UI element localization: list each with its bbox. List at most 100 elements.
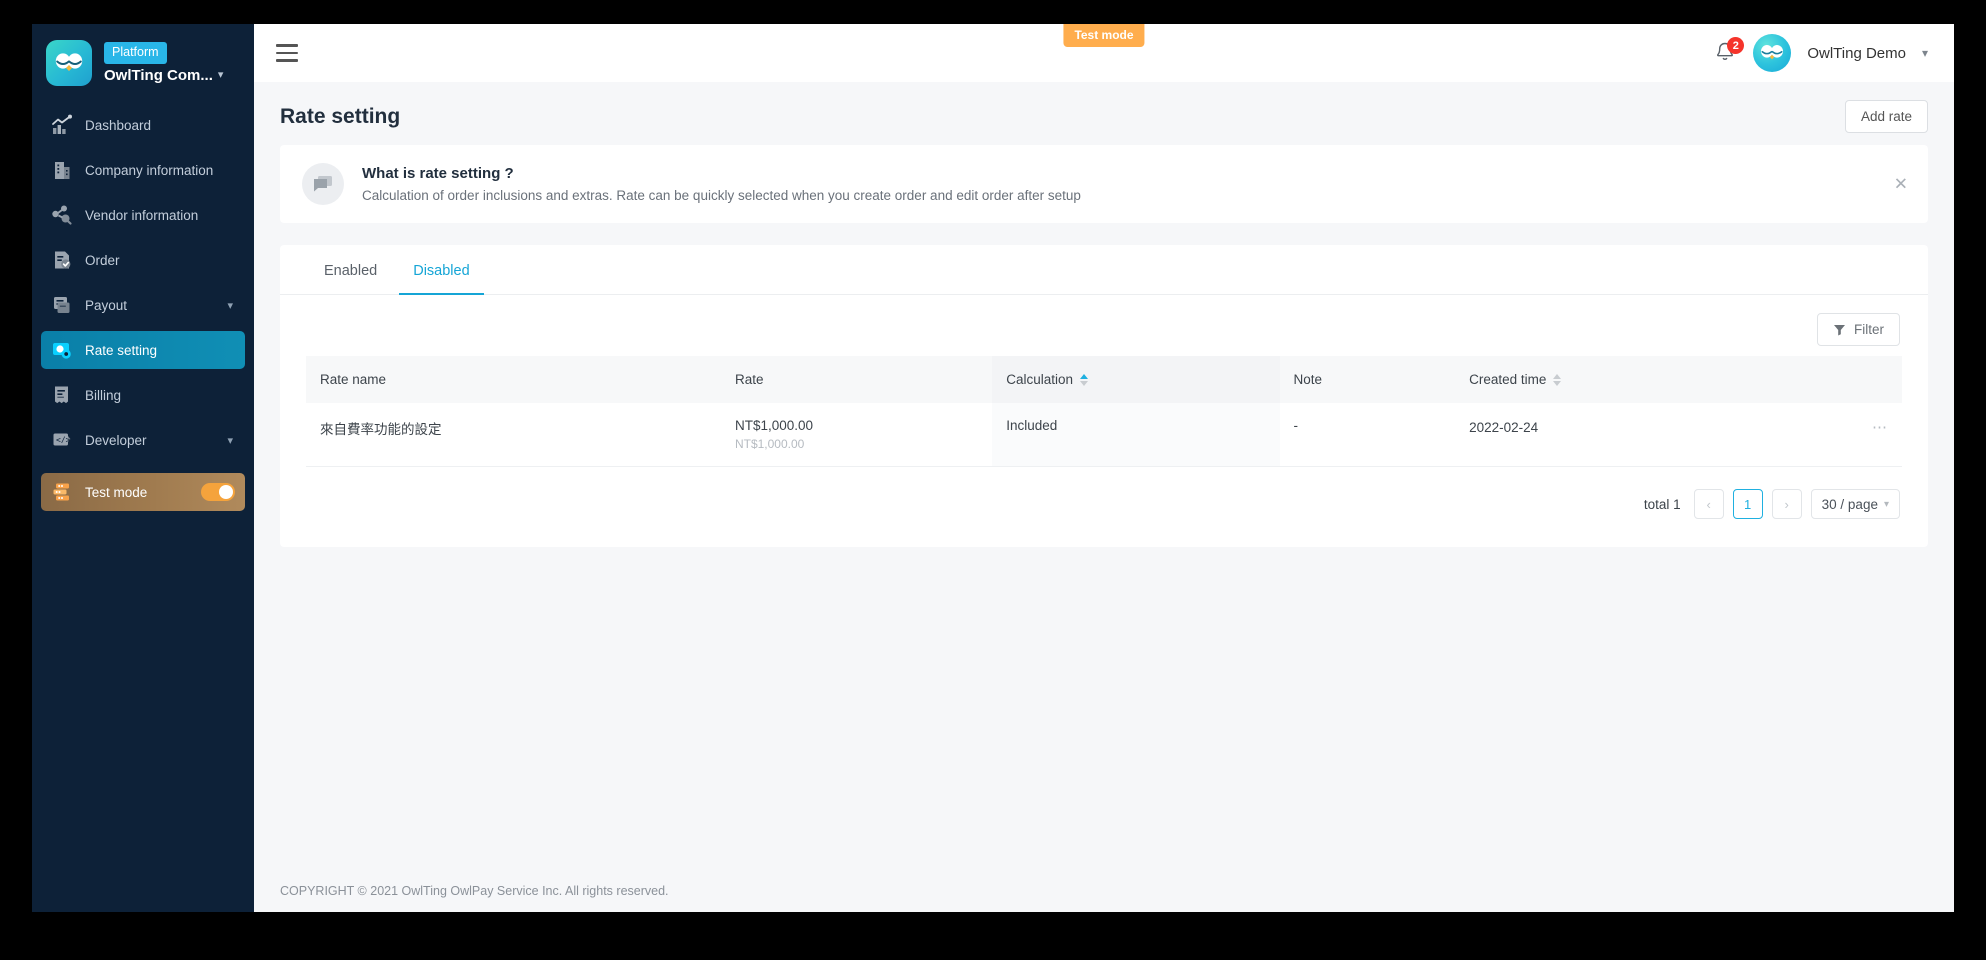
notifications-button[interactable]: 2 <box>1713 37 1745 66</box>
test-mode-switch[interactable] <box>201 483 235 501</box>
test-mode-toggle-row[interactable]: Test mode <box>41 473 245 511</box>
tab-enabled[interactable]: Enabled <box>310 245 391 295</box>
page-header: Rate setting Add rate <box>254 82 1954 145</box>
sidebar-item-label: Billing <box>85 387 122 403</box>
info-banner: What is rate setting ? Calculation of or… <box>280 145 1928 223</box>
page-size-select[interactable]: 30 / page ▾ <box>1810 489 1900 519</box>
filter-label: Filter <box>1854 322 1884 337</box>
column-label: Created time <box>1469 372 1547 387</box>
chevron-right-icon: › <box>1784 496 1789 512</box>
column-header-note[interactable]: Note <box>1279 356 1456 403</box>
pagination-total: total 1 <box>1643 496 1681 512</box>
sidebar-item-vendor-information[interactable]: Vendor information <box>41 196 245 234</box>
sidebar-item-company-information[interactable]: Company information <box>41 151 245 189</box>
table-head: Rate name Rate Calculation Note Created … <box>306 356 1902 403</box>
column-label: Rate name <box>320 372 387 387</box>
cell-calculation: Included <box>992 403 1280 467</box>
top-bar-right: 2 OwlTing Demo ▾ <box>1713 34 1928 72</box>
column-header-created-time[interactable]: Created time <box>1455 356 1902 403</box>
cell-rate: NT$1,000.00 NT$1,000.00 <box>720 403 993 467</box>
page-title: Rate setting <box>280 104 401 128</box>
sidebar-item-label: Rate setting <box>85 342 158 358</box>
copyright-text: COPYRIGHT © 2021 OwlTing OwlPay Service … <box>280 884 669 898</box>
sidebar-item-developer[interactable]: </> Developer ▾ <box>41 421 245 459</box>
sidebar-item-label: Company information <box>85 162 214 178</box>
rate-amount-secondary: NT$1,000.00 <box>734 437 805 451</box>
info-banner-description: Calculation of order inclusions and extr… <box>362 188 1081 203</box>
sort-toggle-calculation[interactable] <box>1080 373 1089 386</box>
speech-bubble-icon <box>302 163 344 205</box>
created-time-value: 2022-02-24 <box>1469 419 1539 435</box>
ellipsis-icon[interactable]: ⋯ <box>1872 418 1888 436</box>
server-stack-icon <box>51 481 73 503</box>
sidebar-item-label: Dashboard <box>85 117 152 133</box>
top-bar: Test mode 2 OwlTing Demo ▾ <box>254 24 1954 82</box>
owl-logo-icon <box>46 40 92 86</box>
payout-cards-icon <box>51 294 73 316</box>
sort-toggle-created-time[interactable] <box>1553 373 1562 386</box>
rate-gear-icon <box>51 339 73 361</box>
main-area: Test mode 2 OwlTing Demo ▾ Rate setting … <box>254 24 1954 912</box>
hamburger-menu-icon[interactable] <box>276 44 298 62</box>
brand-switcher[interactable]: Platform OwlTing Com... ▾ <box>32 24 254 96</box>
filter-button[interactable]: Filter <box>1817 313 1900 346</box>
sidebar-item-billing[interactable]: Billing <box>41 376 245 414</box>
pagination-next-button[interactable]: › <box>1771 489 1802 519</box>
chevron-down-icon: ▾ <box>217 68 224 81</box>
info-banner-title: What is rate setting ? <box>362 165 514 182</box>
pagination: total 1 ‹ 1 › 30 / page ▾ <box>280 467 1928 519</box>
notification-count-badge: 2 <box>1727 37 1745 54</box>
rate-amount-primary: NT$1,000.00 <box>734 418 814 433</box>
chevron-down-icon[interactable]: ▾ <box>1922 47 1928 59</box>
table-header-row: Rate name Rate Calculation Note Created … <box>306 356 1902 403</box>
sidebar-item-order[interactable]: Order <box>41 241 245 279</box>
rates-table: Rate name Rate Calculation Note Created … <box>306 356 1902 467</box>
sidebar-item-label: Payout <box>85 297 128 313</box>
chevron-down-icon: ▾ <box>227 434 233 447</box>
pagination-prev-button[interactable]: ‹ <box>1693 489 1724 519</box>
column-header-rate-name[interactable]: Rate name <box>306 356 721 403</box>
cell-created-time: 2022-02-24 ⋯ <box>1455 403 1902 467</box>
close-icon[interactable]: ✕ <box>1894 176 1908 193</box>
cell-note: - <box>1279 403 1456 467</box>
sidebar-item-label: Developer <box>85 432 147 448</box>
code-brackets-icon: </> <box>51 429 73 451</box>
footer: COPYRIGHT © 2021 OwlTing OwlPay Service … <box>254 884 1954 912</box>
table-toolbar: Filter <box>280 295 1928 356</box>
page-size-value: 30 / page <box>1821 496 1878 512</box>
chevron-left-icon: ‹ <box>1706 496 1711 512</box>
sidebar-item-payout[interactable]: Payout ▾ <box>41 286 245 324</box>
user-name: OwlTing Demo <box>1807 44 1906 62</box>
column-header-rate[interactable]: Rate <box>720 356 993 403</box>
pagination-page-1[interactable]: 1 <box>1732 489 1763 519</box>
sidebar-item-rate-setting[interactable]: Rate setting <box>41 331 245 369</box>
table-row[interactable]: 來自費率功能的設定 NT$1,000.00 NT$1,000.00 Includ… <box>306 403 1902 467</box>
column-label: Calculation <box>1006 372 1074 387</box>
sidebar: Platform OwlTing Com... ▾ Dashboard Comp… <box>32 24 254 912</box>
column-header-calculation[interactable]: Calculation <box>992 356 1280 403</box>
tab-disabled[interactable]: Disabled <box>399 245 484 295</box>
sidebar-nav: Dashboard Company information Vendor inf… <box>32 106 254 912</box>
test-mode-label: Test mode <box>85 484 148 500</box>
rate-list-card: Enabled Disabled Filter Rate name Rate C… <box>280 245 1928 547</box>
table-body: 來自費率功能的設定 NT$1,000.00 NT$1,000.00 Includ… <box>306 403 1902 467</box>
sidebar-item-label: Order <box>85 252 120 268</box>
owl-avatar-icon[interactable] <box>1753 34 1792 72</box>
cell-rate-name: 來自費率功能的設定 <box>306 403 721 467</box>
svg-text:</>: </> <box>56 436 71 445</box>
chart-growth-icon <box>51 114 73 136</box>
add-rate-button[interactable]: Add rate <box>1844 100 1928 133</box>
column-label: Note <box>1293 372 1323 387</box>
tab-bar: Enabled Disabled <box>280 245 1928 295</box>
sidebar-item-label: Vendor information <box>85 207 199 223</box>
column-label: Rate <box>734 372 764 387</box>
chevron-down-icon: ▾ <box>227 299 233 312</box>
app-window: Platform OwlTing Com... ▾ Dashboard Comp… <box>32 24 1954 912</box>
billing-receipt-icon <box>51 384 73 406</box>
brand-name: OwlTing Com... <box>104 66 213 84</box>
chevron-down-icon: ▾ <box>1883 498 1889 510</box>
funnel-icon <box>1834 325 1845 336</box>
test-mode-banner-pill: Test mode <box>1063 24 1145 47</box>
vendor-network-icon <box>51 204 73 226</box>
sidebar-item-dashboard[interactable]: Dashboard <box>41 106 245 144</box>
